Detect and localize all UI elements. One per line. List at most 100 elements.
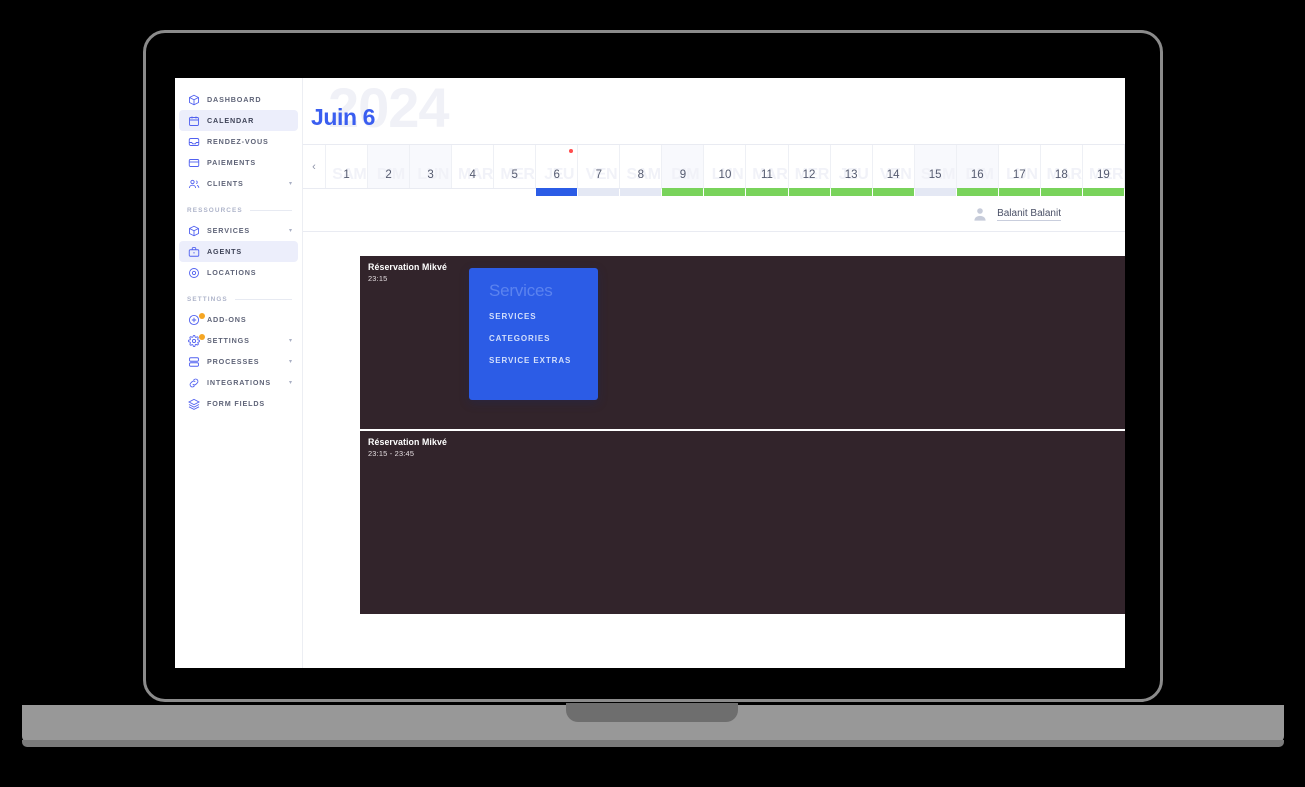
sidebar-item-rendez-vous[interactable]: RENDEZ-VOUS xyxy=(179,131,298,152)
date-number: 9 xyxy=(679,169,687,181)
date-cell-18[interactable]: MAR 18 xyxy=(1040,145,1083,196)
date-number: 13 xyxy=(844,169,858,181)
date-number: 8 xyxy=(637,169,645,181)
laptop-base-lip xyxy=(22,740,1284,747)
chevron-down-icon[interactable]: ▾ xyxy=(289,380,292,386)
date-cell-16[interactable]: DIM 16 xyxy=(956,145,999,196)
sidebar-item-label: CLIENTS xyxy=(207,179,244,188)
sidebar-primary-group: DASHBOARD CALENDAR RENDEZ-VOUS PAIEMENTS CLI… xyxy=(175,89,302,194)
calendar-event[interactable]: Réservation Mikvé 23:15 - 23:45 xyxy=(360,431,1125,614)
date-cell-11[interactable]: MAR 11 xyxy=(746,145,789,196)
date-number: 5 xyxy=(511,169,518,181)
briefcase-icon xyxy=(187,245,200,258)
sidebar-item-dashboard[interactable]: DASHBOARD xyxy=(179,89,298,110)
date-number: 2 xyxy=(385,169,392,181)
availability-bar-green xyxy=(704,188,746,196)
sidebar-item-paiements[interactable]: PAIEMENTS xyxy=(179,152,298,173)
availability-bar-green xyxy=(830,188,872,196)
sidebar-item-label: DASHBOARD xyxy=(207,95,262,104)
availability-bar-blue xyxy=(536,188,578,196)
sidebar-item-label: LOCATIONS xyxy=(207,268,257,277)
availability-bar-green xyxy=(998,188,1040,196)
flyout-link-categories[interactable]: CATEGORIES xyxy=(489,334,578,343)
card-icon xyxy=(187,156,200,169)
chevron-down-icon[interactable]: ▾ xyxy=(289,338,292,344)
date-cell-17[interactable]: LUN 17 xyxy=(998,145,1041,196)
date-number: 16 xyxy=(970,169,984,181)
date-number: 6 xyxy=(553,169,560,181)
sidebar-item-calendar[interactable]: CALENDAR xyxy=(179,110,298,131)
sidebar-ressources-group: SERVICES ▾ AGENTS LOCATIONS xyxy=(175,220,302,283)
flyout-link-service-extras[interactable]: SERVICE EXTRAS xyxy=(489,356,578,365)
date-cell-3[interactable]: LUN 3 xyxy=(410,145,453,188)
date-cell-19[interactable]: MER 19 xyxy=(1082,145,1125,196)
sidebar-item-add-ons[interactable]: ADD-ONS xyxy=(179,309,298,330)
sidebar-item-clients[interactable]: CLIENTS ▾ xyxy=(179,173,298,194)
avatar-icon xyxy=(972,206,988,222)
availability-bar-green xyxy=(746,188,788,196)
chevron-down-icon[interactable]: ▾ xyxy=(289,181,292,187)
date-cell-7[interactable]: VEN 7 xyxy=(578,145,621,196)
availability-bar-green xyxy=(1082,188,1124,196)
chevron-down-icon[interactable]: ▾ xyxy=(289,228,292,234)
stack-icon xyxy=(187,355,200,368)
page-title: Juin 6 xyxy=(311,104,376,130)
availability-bar-green xyxy=(956,188,998,196)
pin-icon xyxy=(187,266,200,279)
date-strip: ‹ SAM 1 DIM 2 LUN 3 MAR 4 MER 5 JEU 6 VEN 7 SAM 8 DIM 9 LU… xyxy=(303,144,1125,196)
availability-bar-green xyxy=(788,188,830,196)
date-cell-13[interactable]: JEU 13 xyxy=(830,145,873,196)
date-number: 4 xyxy=(469,169,476,181)
date-cell-1[interactable]: SAM 1 xyxy=(326,145,369,188)
section-divider xyxy=(249,210,292,211)
date-number: 19 xyxy=(1096,169,1110,181)
date-cell-6[interactable]: JEU 6 xyxy=(536,145,579,196)
date-cell-5[interactable]: MER 5 xyxy=(494,145,537,188)
flyout-link-services[interactable]: SERVICES xyxy=(489,312,578,321)
services-flyout-menu[interactable]: Services SERVICES CATEGORIES SERVICE EXTRA… xyxy=(469,268,598,400)
sidebar-item-label: CALENDAR xyxy=(207,116,255,125)
agent-name: Balanit Balanit xyxy=(997,207,1061,221)
date-cell-9[interactable]: DIM 9 xyxy=(662,145,705,196)
sidebar: DASHBOARD CALENDAR RENDEZ-VOUS PAIEMENTS CLI… xyxy=(175,78,303,668)
sidebar-item-label: SETTINGS xyxy=(207,336,250,345)
prev-week-button[interactable]: ‹ xyxy=(303,145,326,188)
chevron-down-icon[interactable]: ▾ xyxy=(289,359,292,365)
date-cell-2[interactable]: DIM 2 xyxy=(368,145,411,188)
sidebar-item-settings[interactable]: SETTINGS ▾ xyxy=(179,330,298,351)
calendar-main: 2024 Juin 6 ‹ SAM 1 DIM 2 LUN 3 MAR 4 MER 5 JEU 6 VE… xyxy=(303,78,1125,668)
date-cell-15[interactable]: SAM 15 xyxy=(914,145,957,196)
sidebar-item-form-fields[interactable]: FORM FIELDS xyxy=(179,393,298,414)
section-divider xyxy=(234,299,292,300)
agent-header-row: Balanit Balanit xyxy=(303,197,1125,232)
date-cell-14[interactable]: VEN 14 xyxy=(872,145,915,196)
date-number: 11 xyxy=(761,169,773,181)
date-number: 17 xyxy=(1012,169,1026,181)
flyout-links: SERVICES CATEGORIES SERVICE EXTRAS xyxy=(489,312,578,365)
screen: DASHBOARD CALENDAR RENDEZ-VOUS PAIEMENTS CLI… xyxy=(175,78,1125,668)
sidebar-item-label: FORM FIELDS xyxy=(207,399,266,408)
agent-chip[interactable]: Balanit Balanit xyxy=(972,206,1061,222)
availability-bar-grey xyxy=(914,188,956,196)
inbox-icon xyxy=(187,135,200,148)
sidebar-settings-group: ADD-ONS SETTINGS ▾ PROCESSES ▾ INTEGRATIONS ▾ F… xyxy=(175,309,302,414)
sidebar-item-locations[interactable]: LOCATIONS xyxy=(179,262,298,283)
date-cell-8[interactable]: SAM 8 xyxy=(620,145,663,196)
sidebar-item-processes[interactable]: PROCESSES ▾ xyxy=(179,351,298,372)
date-cell-4[interactable]: MAR 4 xyxy=(452,145,495,188)
cube-icon xyxy=(187,224,200,237)
sidebar-item-services[interactable]: SERVICES ▾ xyxy=(179,220,298,241)
sidebar-item-integrations[interactable]: INTEGRATIONS ▾ xyxy=(179,372,298,393)
sidebar-item-label: INTEGRATIONS xyxy=(207,378,271,387)
date-number: 3 xyxy=(427,169,434,181)
date-cell-12[interactable]: MER 12 xyxy=(788,145,831,196)
cube-icon xyxy=(187,93,200,106)
sidebar-section-ressources: RESSOURCES xyxy=(187,207,292,214)
sidebar-section-label: RESSOURCES xyxy=(187,207,243,214)
sidebar-item-label: PAIEMENTS xyxy=(207,158,257,167)
sidebar-item-label: AGENTS xyxy=(207,247,243,256)
sidebar-item-agents[interactable]: AGENTS xyxy=(179,241,298,262)
date-cell-10[interactable]: LUN 10 xyxy=(704,145,747,196)
layers-icon xyxy=(187,397,200,410)
event-title: Réservation Mikvé xyxy=(368,437,447,447)
